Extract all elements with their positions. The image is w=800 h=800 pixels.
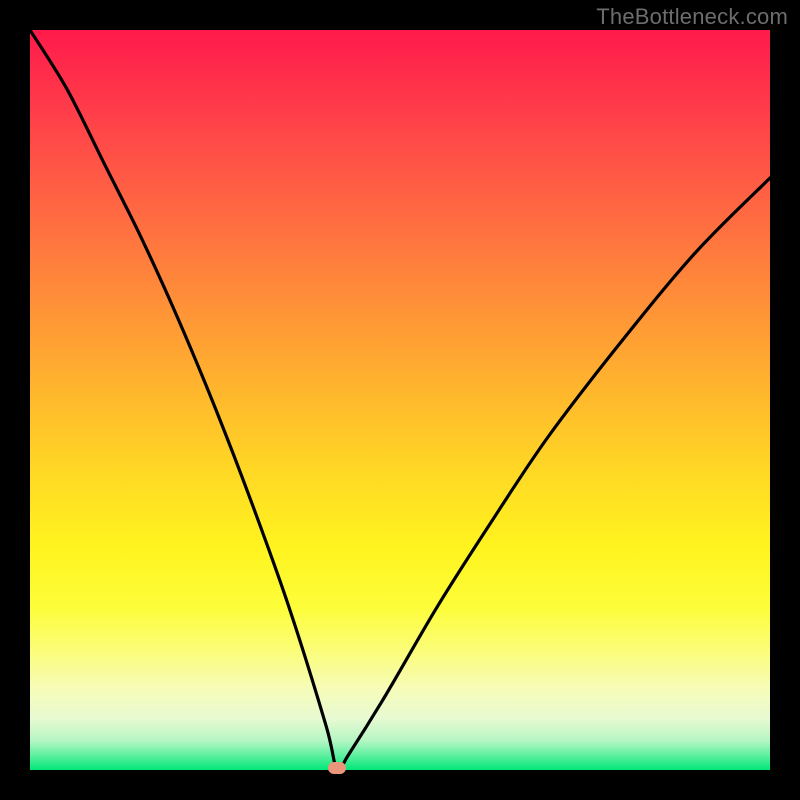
optimum-marker (328, 762, 346, 774)
chart-frame: TheBottleneck.com (0, 0, 800, 800)
plot-area (30, 30, 770, 770)
watermark-text: TheBottleneck.com (596, 4, 788, 30)
curve-svg (30, 30, 770, 770)
bottleneck-curve (30, 30, 770, 770)
